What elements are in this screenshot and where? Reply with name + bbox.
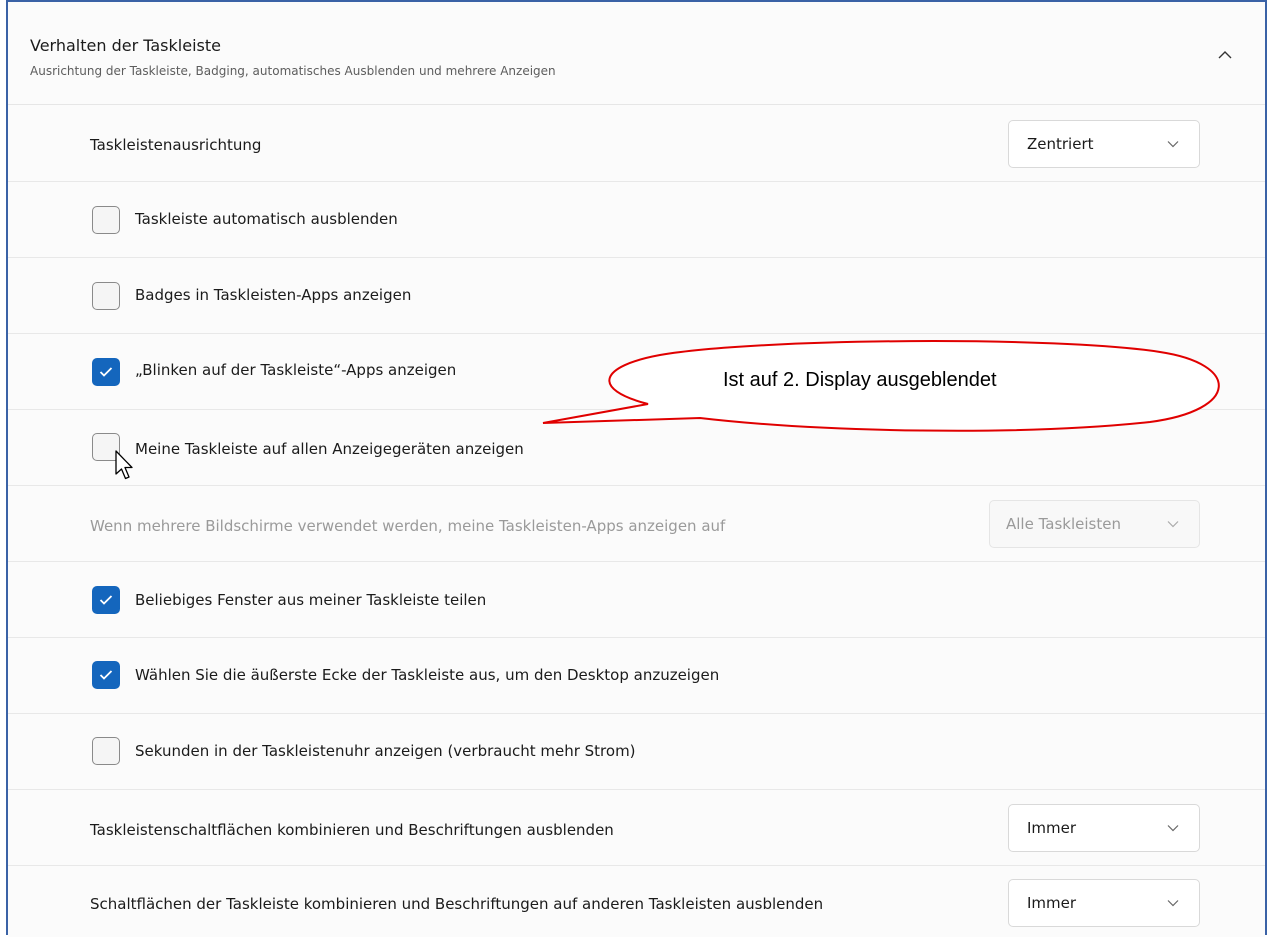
annotation-callout (542, 340, 1220, 432)
annotation-text: Ist auf 2. Display ausgeblendet (723, 369, 997, 391)
mouse-cursor-icon (115, 450, 133, 480)
